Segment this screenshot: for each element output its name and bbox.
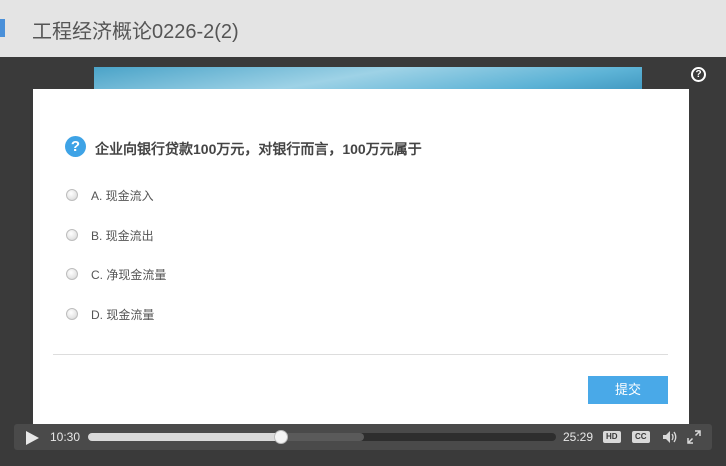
option-a-label: A. 现金流入 xyxy=(91,188,154,203)
header-accent-bar xyxy=(0,19,5,37)
course-title: 工程经济概论0226-2(2) xyxy=(32,21,239,43)
question-text: 企业向银行贷款100万元，对银行而言，100万元属于 xyxy=(95,141,422,157)
dialog-divider xyxy=(53,354,668,355)
course-header: 工程经济概论0226-2(2) xyxy=(0,0,726,57)
option-a[interactable]: A. 现金流入 xyxy=(66,185,154,205)
progress-track[interactable] xyxy=(88,430,556,444)
option-b-label: B. 现金流出 xyxy=(91,228,154,243)
option-c-radio[interactable] xyxy=(66,268,78,280)
option-d[interactable]: D. 现金流量 xyxy=(66,304,154,324)
current-time: 10:30 xyxy=(50,430,81,444)
hd-button[interactable]: HD xyxy=(603,431,621,443)
option-b[interactable]: B. 现金流出 xyxy=(66,225,154,245)
player-controls: 10:30 25:29 HD CC xyxy=(14,424,712,450)
submit-button[interactable]: 提交 xyxy=(588,376,668,404)
progress-fill xyxy=(88,433,282,441)
option-c-label: C. 净现金流量 xyxy=(91,267,167,282)
option-c[interactable]: C. 净现金流量 xyxy=(66,264,166,284)
quiz-dialog: ? 企业向银行贷款100万元，对银行而言，100万元属于 A. 现金流入 B. … xyxy=(33,89,689,430)
volume-icon[interactable] xyxy=(662,430,678,444)
progress-knob[interactable] xyxy=(274,430,289,444)
play-icon[interactable] xyxy=(26,431,39,445)
total-time: 25:29 xyxy=(563,430,594,444)
option-b-radio[interactable] xyxy=(66,229,78,241)
option-d-radio[interactable] xyxy=(66,308,78,320)
cc-button[interactable]: CC xyxy=(632,431,650,443)
option-a-radio[interactable] xyxy=(66,189,78,201)
question-icon: ? xyxy=(65,136,86,157)
fullscreen-icon[interactable] xyxy=(687,430,701,444)
option-d-label: D. 现金流量 xyxy=(91,307,155,322)
help-icon[interactable]: ? xyxy=(691,67,706,82)
